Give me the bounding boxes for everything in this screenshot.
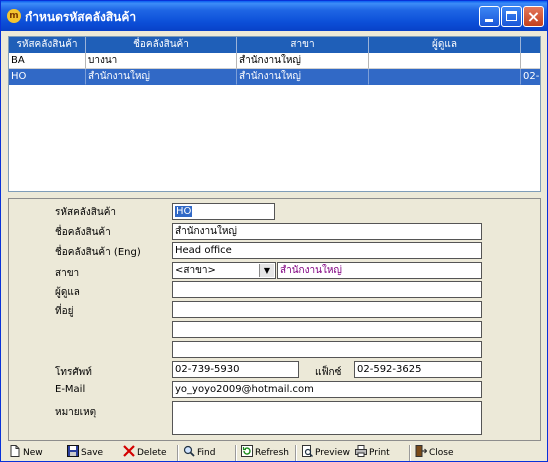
delete-button[interactable]: Delete <box>123 445 167 461</box>
name-eng-label: ชื่อคลังสินค้า (Eng) <box>55 247 141 258</box>
refresh-label: Refresh <box>255 448 289 458</box>
chevron-down-icon[interactable]: ▼ <box>259 264 274 277</box>
new-document-icon <box>10 445 20 457</box>
email-label: E-Mail <box>55 384 86 395</box>
bottom-toolbar: New Save Delete Find Refresh Preview Pri… <box>1 443 547 462</box>
phone-field[interactable]: 02-739-5930 <box>172 361 299 378</box>
close-icon: × <box>526 7 541 26</box>
maximize-icon <box>506 11 517 21</box>
toolbar-divider <box>235 445 237 461</box>
toolbar-divider <box>177 445 179 461</box>
cell-name: บางนา <box>86 53 237 69</box>
detail-form: รหัสคลังสินค้า HO ชื่อคลังสินค้า สำนักงา… <box>8 198 541 441</box>
delete-label: Delete <box>137 448 167 458</box>
address-line-1[interactable] <box>172 301 482 318</box>
branch-select[interactable]: <สาขา> ▼ <box>172 262 276 279</box>
preview-label: Preview <box>315 448 351 458</box>
column-header-keeper[interactable]: ผู้ดูแล <box>369 37 521 53</box>
note-field[interactable] <box>172 401 482 435</box>
print-button[interactable]: Print <box>355 445 390 461</box>
printer-icon <box>355 445 367 457</box>
cell-extra <box>521 53 540 69</box>
address-line-3[interactable] <box>172 341 482 358</box>
find-magnifier-icon <box>183 445 195 457</box>
minimize-icon <box>485 19 493 22</box>
cell-code: BA <box>9 53 86 69</box>
table-row[interactable]: BA บางนา สำนักงานใหญ่ <box>9 53 540 69</box>
note-label: หมายเหตุ <box>55 407 97 418</box>
close-window-button[interactable]: × <box>523 6 544 27</box>
maximize-button[interactable] <box>501 6 522 27</box>
address-label: ที่อยู่ <box>55 306 74 317</box>
code-field[interactable]: HO <box>172 203 275 220</box>
warehouse-grid[interactable]: รหัสคลังสินค้า ชื่อคลังสินค้า สาขา ผู้ดู… <box>8 36 541 192</box>
new-label: New <box>23 448 43 458</box>
phone-label: โทรศัพท์ <box>55 367 92 378</box>
print-label: Print <box>369 448 390 458</box>
table-row-selected[interactable]: HO สำนักงานใหญ่ สำนักงานใหญ่ 02- <box>9 69 540 85</box>
cell-branch: สำนักงานใหญ่ <box>237 53 369 69</box>
name-label: ชื่อคลังสินค้า <box>55 227 111 238</box>
refresh-button[interactable]: Refresh <box>241 445 289 461</box>
refresh-icon <box>241 445 253 457</box>
save-label: Save <box>81 448 104 458</box>
fax-label: แฟ็กซ์ <box>315 367 342 378</box>
toolbar-divider <box>409 445 411 461</box>
save-button[interactable]: Save <box>67 445 103 461</box>
close-button[interactable]: Close <box>415 445 454 461</box>
cell-keeper <box>369 69 521 85</box>
column-header-extra[interactable] <box>521 37 540 53</box>
branch-name-field: สำนักงานใหญ่ <box>277 262 482 279</box>
code-value: HO <box>175 206 193 217</box>
code-label: รหัสคลังสินค้า <box>55 207 117 218</box>
keeper-field[interactable] <box>172 281 482 298</box>
name-field[interactable]: สำนักงานใหญ่ <box>172 223 482 240</box>
column-header-branch[interactable]: สาขา <box>237 37 369 53</box>
title-bar[interactable]: m กำหนดรหัสคลังสินค้า × <box>1 1 547 31</box>
delete-x-icon <box>123 445 135 457</box>
exit-door-icon <box>415 445 427 457</box>
address-line-2[interactable] <box>172 321 482 338</box>
preview-button[interactable]: Preview <box>301 445 350 461</box>
new-button[interactable]: New <box>9 445 43 461</box>
save-disk-icon <box>67 445 79 457</box>
cell-extra: 02- <box>521 69 540 85</box>
keeper-label: ผู้ดูแล <box>55 287 80 298</box>
close-label: Close <box>429 448 454 458</box>
branch-label: สาขา <box>55 268 80 279</box>
minimize-button[interactable] <box>479 6 500 27</box>
fax-field[interactable]: 02-592-3625 <box>354 361 482 378</box>
name-eng-field[interactable]: Head office <box>172 242 482 259</box>
find-button[interactable]: Find <box>183 445 215 461</box>
cell-keeper <box>369 53 521 69</box>
toolbar-divider <box>295 445 297 461</box>
column-header-code[interactable]: รหัสคลังสินค้า <box>9 37 86 53</box>
cell-branch: สำนักงานใหญ่ <box>237 69 369 85</box>
cell-code: HO <box>9 69 86 85</box>
window-title: กำหนดรหัสคลังสินค้า <box>25 10 137 24</box>
branch-select-value: <สาขา> <box>175 265 216 276</box>
email-field[interactable]: yo_yoyo2009@hotmail.com <box>172 381 482 398</box>
grid-header: รหัสคลังสินค้า ชื่อคลังสินค้า สาขา ผู้ดู… <box>9 37 540 53</box>
preview-icon <box>302 445 313 457</box>
find-label: Find <box>197 448 216 458</box>
cell-name: สำนักงานใหญ่ <box>86 69 237 85</box>
column-header-name[interactable]: ชื่อคลังสินค้า <box>86 37 237 53</box>
main-window: m กำหนดรหัสคลังสินค้า × รหัสคลังสินค้า ช… <box>0 0 548 462</box>
app-logo-icon: m <box>7 9 21 23</box>
